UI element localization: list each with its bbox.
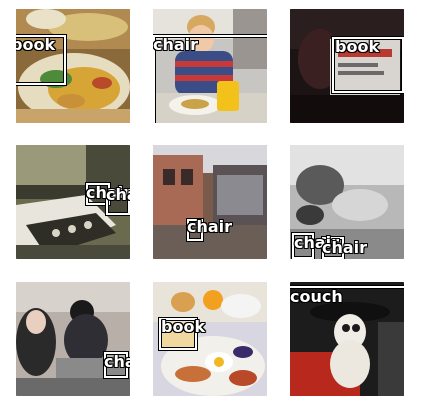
- grid-tile-2[interactable]: chair: [153, 9, 267, 123]
- grid-tile-6[interactable]: chair chair: [290, 145, 404, 259]
- bbox-label: chair: [187, 217, 233, 236]
- grid-tile-1[interactable]: book: [16, 9, 130, 123]
- bbox-label: chair: [153, 35, 199, 54]
- bbox-label: book: [16, 35, 56, 54]
- grid-tile-4[interactable]: chair chair: [16, 145, 130, 259]
- grid-tile-3[interactable]: book: [290, 9, 404, 123]
- grid-tile-5[interactable]: chair: [153, 145, 267, 259]
- bbox-label: chair: [322, 238, 368, 257]
- image-grid: book chair book chair ch chair chair cha…: [0, 0, 430, 405]
- bbox-label: couch: [290, 287, 343, 306]
- bbox-label: chair: [104, 352, 130, 371]
- bbox-label: chair: [106, 185, 130, 204]
- grid-tile-9[interactable]: couch: [290, 282, 404, 396]
- bbox-label: book: [335, 37, 380, 56]
- grid-tile-7[interactable]: chair: [16, 282, 130, 396]
- tile-7-photo: [16, 282, 130, 396]
- grid-tile-8[interactable]: book: [153, 282, 267, 396]
- bbox-label: book: [161, 317, 206, 336]
- tile-5-photo: [153, 145, 267, 259]
